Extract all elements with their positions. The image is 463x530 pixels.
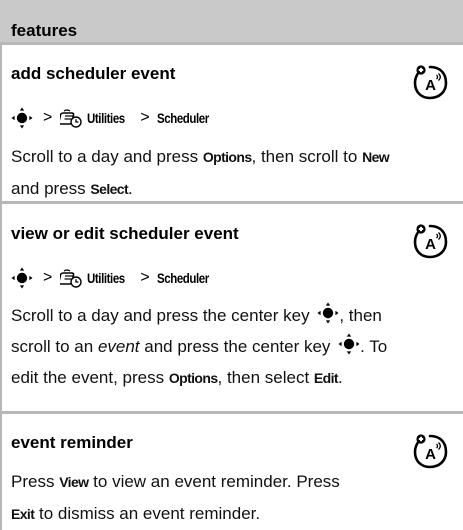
key-view: View xyxy=(59,474,89,490)
text-run: . xyxy=(128,179,133,198)
utilities-icon xyxy=(60,268,82,288)
left-rule xyxy=(0,42,2,530)
page-title: features xyxy=(11,21,78,40)
key-select: Select xyxy=(90,181,129,197)
network-feature-icon xyxy=(411,222,449,260)
section-divider xyxy=(0,201,463,204)
instruction-text: Press View to view an event reminder. Pr… xyxy=(11,466,446,530)
utilities-icon xyxy=(60,108,82,128)
path-scheduler: Scheduler xyxy=(156,110,209,126)
key-edit: Edit xyxy=(313,370,339,386)
page: features add scheduler event > Utilities… xyxy=(0,0,463,530)
text-emphasis: event xyxy=(97,337,140,356)
key-exit: Exit xyxy=(11,506,35,522)
section-title-event-reminder: event reminder xyxy=(11,433,133,452)
section-divider xyxy=(0,42,463,45)
text-run: and press the center key xyxy=(139,337,336,356)
network-feature-icon xyxy=(411,432,449,470)
text-run: to dismiss an event reminder. xyxy=(34,504,261,523)
text-run: . To xyxy=(360,337,388,356)
path-separator: > xyxy=(140,109,150,126)
path-scheduler: Scheduler xyxy=(156,270,209,286)
nav-key-icon xyxy=(11,107,33,129)
key-options: Options xyxy=(168,370,218,386)
key-options: Options xyxy=(202,149,252,165)
instruction-text: Scroll to a day and press the center key… xyxy=(11,300,446,394)
text-run: scroll to an xyxy=(11,337,98,356)
path-separator: > xyxy=(140,269,150,286)
nav-key-icon xyxy=(11,267,33,289)
path-separator: > xyxy=(43,109,53,126)
path-utilities: Utilities xyxy=(87,270,126,286)
section-title-view-or-edit-scheduler-event: view or edit scheduler event xyxy=(11,224,239,243)
network-feature-icon xyxy=(411,63,449,101)
section-divider xyxy=(0,411,463,414)
menu-path: > Utilities > Scheduler xyxy=(11,107,220,129)
center-key-icon xyxy=(338,333,360,355)
text-run: to view an event reminder. Press xyxy=(88,472,340,491)
instruction-text: Scroll to a day and press Options, then … xyxy=(11,141,446,205)
text-run: Scroll to a day and press the center key xyxy=(11,306,315,325)
text-run: . xyxy=(337,368,343,387)
path-utilities: Utilities xyxy=(87,110,126,126)
section-title-add-scheduler-event: add scheduler event xyxy=(11,64,176,83)
path-separator: > xyxy=(43,269,53,286)
center-key-icon xyxy=(317,302,339,324)
text-run: Press xyxy=(11,472,60,491)
text-run: , then scroll to xyxy=(251,147,363,166)
menu-path: > Utilities > Scheduler xyxy=(11,267,220,289)
text-run: edit the event, press xyxy=(11,368,169,387)
key-new: New xyxy=(362,149,390,165)
text-run: and press xyxy=(11,179,91,198)
text-run: Scroll to a day and press xyxy=(11,147,203,166)
text-run: , then xyxy=(339,306,382,325)
text-run: , then select xyxy=(217,368,314,387)
